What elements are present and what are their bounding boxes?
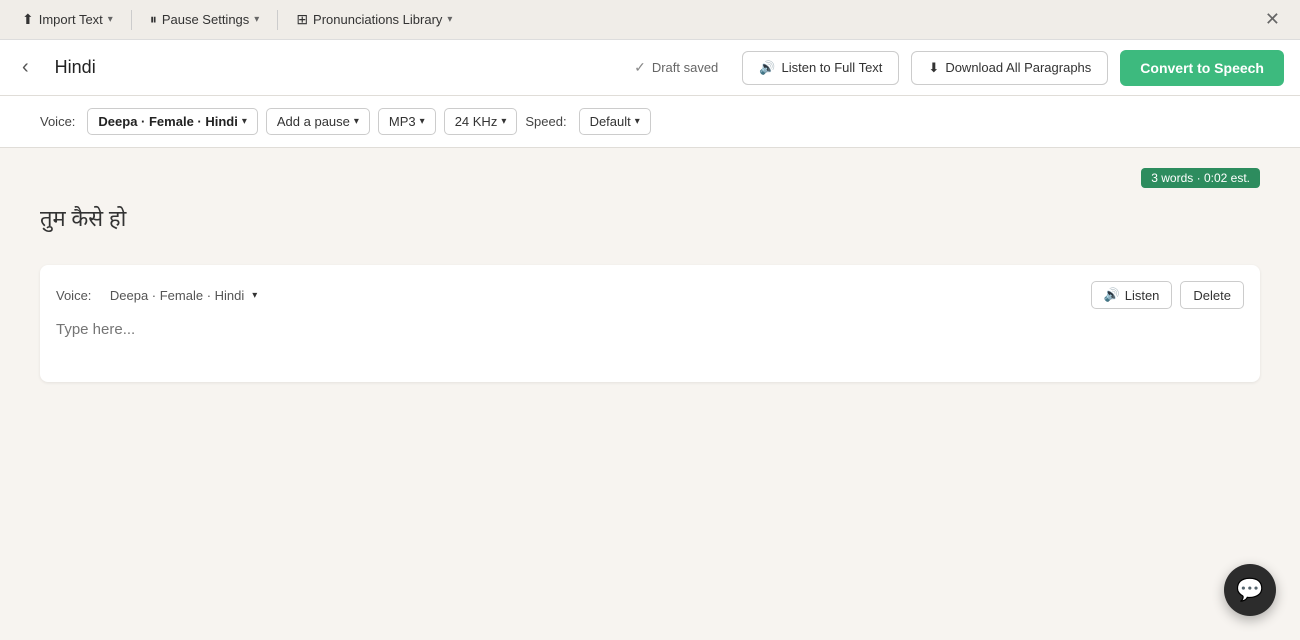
para-speaker-icon: 🔊 <box>1104 287 1120 303</box>
pause-settings-icon: ⏸ <box>150 11 157 28</box>
pronunciations-library-button[interactable]: ⊞ Pronunciations Library ▾ <box>286 6 462 33</box>
add-pause-label: Add a pause <box>277 114 350 129</box>
paragraph-card: Voice: Deepa · Female · Hindi ▾ 🔊 Listen… <box>40 265 1260 382</box>
close-button[interactable]: ✕ <box>1257 4 1288 35</box>
chat-bubble-icon: 💬 <box>1236 577 1263 603</box>
para-delete-label: Delete <box>1193 288 1231 303</box>
quality-chevron-icon: ▾ <box>501 116 506 127</box>
add-pause-chevron-icon: ▾ <box>354 116 359 127</box>
pronunciations-library-label: Pronunciations Library <box>313 12 442 27</box>
voice-dropdown[interactable]: Deepa · Female · Hindi ▾ <box>87 108 257 135</box>
main-text-content: तुम कैसे हो <box>40 206 126 235</box>
para-voice-dropdown[interactable]: Deepa · Female · Hindi ▾ <box>104 286 263 305</box>
import-text-chevron-icon: ▾ <box>108 14 113 25</box>
time-estimate: 0:02 est. <box>1204 171 1250 185</box>
draft-saved-label: Draft saved <box>652 60 718 75</box>
speed-chevron-icon: ▾ <box>635 116 640 127</box>
format-dropdown[interactable]: MP3 ▾ <box>378 108 436 135</box>
main-content: 3 words · 0:02 est. तुम कैसे हो Voice: D… <box>0 148 1300 640</box>
listen-full-text-button[interactable]: 🔊 Listen to Full Text <box>742 51 899 85</box>
pause-settings-label: Pause Settings <box>162 12 249 27</box>
download-all-paragraphs-label: Download All Paragraphs <box>945 60 1091 75</box>
add-pause-dropdown[interactable]: Add a pause ▾ <box>266 108 370 135</box>
pronunciations-library-icon: ⊞ <box>296 11 308 28</box>
paragraph-card-header: Voice: Deepa · Female · Hindi ▾ 🔊 Listen… <box>56 281 1244 309</box>
speaker-icon: 🔊 <box>759 60 775 76</box>
para-voice-info: Voice: Deepa · Female · Hindi ▾ <box>56 286 263 305</box>
nav-divider-2 <box>277 10 278 30</box>
nav-divider-1 <box>131 10 132 30</box>
import-text-button[interactable]: ⬆ Import Text ▾ <box>12 6 123 33</box>
speed-label: Speed: <box>525 114 566 129</box>
speed-dropdown[interactable]: Default ▾ <box>579 108 651 135</box>
convert-to-speech-button[interactable]: Convert to Speech <box>1120 50 1284 86</box>
voice-label: Voice: <box>40 114 75 129</box>
convert-to-speech-label: Convert to Speech <box>1140 60 1264 76</box>
voice-name: Deepa · Female · Hindi <box>98 114 237 129</box>
back-button[interactable]: ‹ <box>16 52 35 83</box>
top-nav: ⬆ Import Text ▾ ⏸ Pause Settings ▾ ⊞ Pro… <box>0 0 1300 40</box>
pause-settings-chevron-icon: ▾ <box>254 14 259 25</box>
word-count: 3 words <box>1151 171 1193 185</box>
chat-bubble-button[interactable]: 💬 <box>1224 564 1276 616</box>
para-voice-label: Voice: <box>56 288 91 303</box>
download-icon: ⬇ <box>928 60 939 76</box>
title-input[interactable] <box>47 53 610 82</box>
word-count-badge: 3 words · 0:02 est. <box>1141 168 1260 188</box>
format-label: MP3 <box>389 114 416 129</box>
listen-full-text-label: Listen to Full Text <box>781 60 882 75</box>
para-actions: 🔊 Listen Delete <box>1091 281 1244 309</box>
download-all-paragraphs-button[interactable]: ⬇ Download All Paragraphs <box>911 51 1108 85</box>
pronunciations-library-chevron-icon: ▾ <box>447 14 452 25</box>
para-voice-chevron-icon: ▾ <box>252 290 257 301</box>
speed-value: Default <box>590 114 631 129</box>
quality-dropdown[interactable]: 24 KHz ▾ <box>444 108 518 135</box>
check-icon: ✓ <box>634 59 646 76</box>
voice-dropdown-chevron-icon: ▾ <box>242 116 247 127</box>
draft-saved-badge: ✓ Draft saved <box>622 53 730 82</box>
para-delete-button[interactable]: Delete <box>1180 281 1244 309</box>
para-listen-label: Listen <box>1125 288 1160 303</box>
format-chevron-icon: ▾ <box>420 116 425 127</box>
header-bar: ‹ ✓ Draft saved 🔊 Listen to Full Text ⬇ … <box>0 40 1300 96</box>
quality-label: 24 KHz <box>455 114 498 129</box>
main-text: तुम कैसे हो <box>40 196 1260 245</box>
para-listen-button[interactable]: 🔊 Listen <box>1091 281 1173 309</box>
word-count-bar: 3 words · 0:02 est. <box>40 168 1260 188</box>
toolbar: Voice: Deepa · Female · Hindi ▾ Add a pa… <box>0 96 1300 148</box>
pause-settings-button[interactable]: ⏸ Pause Settings ▾ <box>140 6 269 33</box>
import-text-icon: ⬆ <box>22 11 34 28</box>
import-text-label: Import Text <box>39 12 103 27</box>
paragraph-input[interactable] <box>56 321 1244 361</box>
para-voice-name: Deepa · Female · Hindi <box>110 288 244 303</box>
